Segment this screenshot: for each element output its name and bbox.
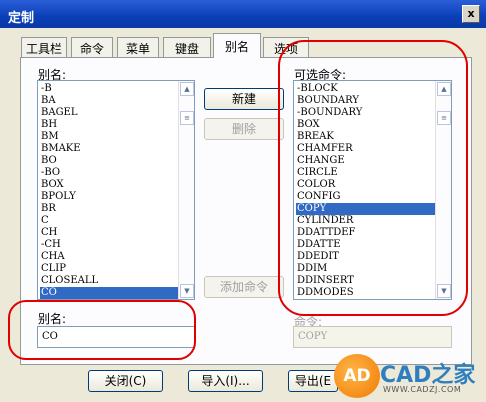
close-button[interactable]: 关闭(C): [88, 370, 163, 392]
alias-list-item[interactable]: BH: [40, 119, 194, 131]
alias-list-item[interactable]: CH: [40, 227, 194, 239]
import-button[interactable]: 导入(I)...: [188, 370, 263, 392]
alias-list-item[interactable]: BR: [40, 203, 194, 215]
scroll-thumb[interactable]: ≡: [437, 111, 451, 125]
tab-options[interactable]: 选项: [263, 37, 309, 57]
tab-toolbar[interactable]: 工具栏: [21, 37, 67, 57]
alias-input[interactable]: CO: [37, 326, 195, 348]
command-list-item[interactable]: CONFIG: [296, 191, 451, 203]
alias-listbox[interactable]: -B BA BAGEL BH BM BMAKE BO -BO BOX BPOLY BR C CH -CH C…: [37, 80, 195, 300]
alias-list-item[interactable]: BAGEL: [40, 107, 194, 119]
command-list-item[interactable]: DDIM: [296, 263, 451, 275]
tab-aliases[interactable]: 别名: [213, 33, 261, 58]
command-list-item[interactable]: COLOR: [296, 179, 451, 191]
add-command-button[interactable]: 添加命令: [204, 276, 284, 298]
alias-list-item[interactable]: BOX: [40, 179, 194, 191]
alias-scrollbar[interactable]: ▲ ≡ ▼: [178, 81, 194, 299]
command-list-item[interactable]: BREAK: [296, 131, 451, 143]
alias-list-item[interactable]: -B: [40, 83, 194, 95]
command-list-item[interactable]: DDATTDEF: [296, 227, 451, 239]
delete-alias-button[interactable]: 删除: [204, 118, 284, 140]
command-list-item[interactable]: DDEDIT: [296, 251, 451, 263]
alias-list-item[interactable]: BPOLY: [40, 191, 194, 203]
command-list-item[interactable]: CYLINDER: [296, 215, 451, 227]
new-alias-button[interactable]: 新建: [204, 88, 284, 110]
scroll-down-arrow-icon[interactable]: ▼: [180, 284, 194, 298]
scroll-up-arrow-icon[interactable]: ▲: [437, 82, 451, 96]
alias-list-item[interactable]: CHA: [40, 251, 194, 263]
command-list-item[interactable]: CIRCLE: [296, 167, 451, 179]
command-scrollbar[interactable]: ▲ ≡ ▼: [435, 81, 451, 299]
command-input[interactable]: COPY: [293, 326, 452, 348]
alias-list-item[interactable]: CLOSEALL: [40, 275, 194, 287]
watermark-url: WWW.CADZJ.COM: [383, 385, 462, 394]
command-list-item[interactable]: BOUNDARY: [296, 95, 451, 107]
command-list-item[interactable]: DDMODES: [296, 287, 451, 299]
alias-items: -B BA BAGEL BH BM BMAKE BO -BO BOX BPOLY BR C CH -CH C…: [38, 81, 194, 299]
window-title: 定制: [8, 11, 35, 26]
title-bar: 定制 x: [0, 0, 486, 28]
alias-list-item[interactable]: CO: [40, 287, 194, 299]
tab-menus[interactable]: 菜单: [117, 37, 159, 57]
alias-list-item[interactable]: CLIP: [40, 263, 194, 275]
alias-list-item[interactable]: BM: [40, 131, 194, 143]
tab-commands[interactable]: 命令: [71, 37, 113, 57]
command-list-item[interactable]: BOX: [296, 119, 451, 131]
alias-list-item[interactable]: -CH: [40, 239, 194, 251]
close-window-button[interactable]: x: [462, 5, 480, 23]
scroll-up-arrow-icon[interactable]: ▲: [180, 82, 194, 96]
alias-list-item[interactable]: -BO: [40, 167, 194, 179]
command-listbox[interactable]: -BLOCK BOUNDARY -BOUNDARY BOX BREAK CHAMFER CH…: [293, 80, 452, 300]
command-list-item[interactable]: CHAMFER: [296, 143, 451, 155]
tab-keyboard[interactable]: 键盘: [163, 37, 211, 57]
alias-list-item[interactable]: C: [40, 215, 194, 227]
command-list-item[interactable]: DDATTE: [296, 239, 451, 251]
scroll-thumb[interactable]: ≡: [180, 111, 194, 125]
command-list-item[interactable]: -BOUNDARY: [296, 107, 451, 119]
cad-logo-icon: AD: [334, 354, 380, 398]
command-list-item[interactable]: DDINSERT: [296, 275, 451, 287]
command-list-item[interactable]: -BLOCK: [296, 83, 451, 95]
command-list-item[interactable]: COPY: [296, 203, 451, 215]
alias-list-item[interactable]: BMAKE: [40, 143, 194, 155]
command-items: -BLOCK BOUNDARY -BOUNDARY BOX BREAK CHAMFER CH…: [294, 81, 451, 300]
alias-list-item[interactable]: BO: [40, 155, 194, 167]
alias-list-item[interactable]: BA: [40, 95, 194, 107]
command-list-item[interactable]: CHANGE: [296, 155, 451, 167]
alias-field-label: 别名:: [38, 312, 67, 326]
export-button[interactable]: 导出(E: [288, 370, 338, 392]
scroll-down-arrow-icon[interactable]: ▼: [437, 284, 451, 298]
command-list-item[interactable]: DDSTYLE: [296, 299, 451, 300]
